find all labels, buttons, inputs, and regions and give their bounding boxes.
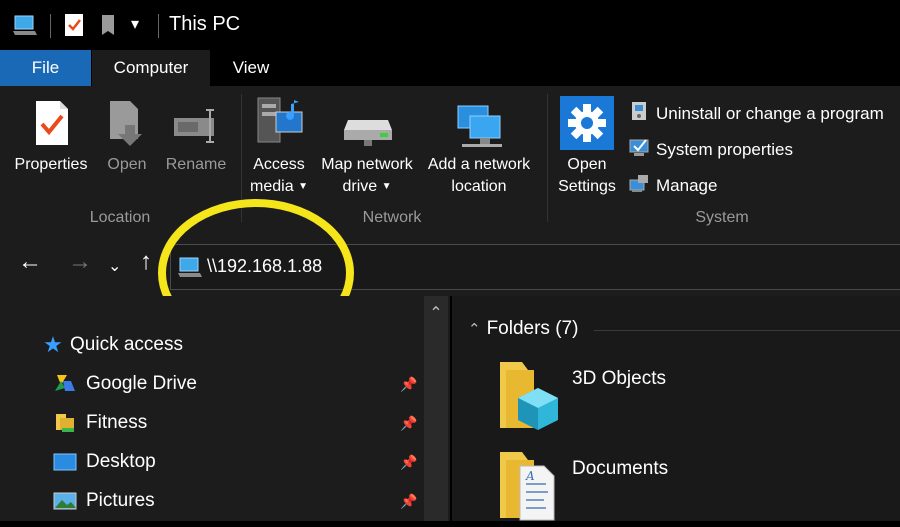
desktop-icon xyxy=(52,451,78,473)
network-drive-icon xyxy=(342,110,394,151)
add-network-location-label-line2: location xyxy=(451,178,507,195)
rename-button[interactable]: Rename xyxy=(162,98,230,188)
tab-view[interactable]: View xyxy=(212,50,290,86)
open-settings-button[interactable]: Open Settings xyxy=(552,96,622,196)
access-media-label: Access media ▼ xyxy=(246,154,312,198)
access-media-button[interactable]: Access media ▼ xyxy=(246,96,312,196)
map-network-drive-label: Map network drive ▼ xyxy=(314,154,420,198)
uninstall-label: Uninstall or change a program xyxy=(656,103,884,123)
folder-name: 3D Objects xyxy=(572,368,666,389)
nav-item-label: Desktop xyxy=(86,451,156,472)
title-bar: ▾ This PC xyxy=(0,0,900,50)
map-network-drive-label-text: drive xyxy=(342,178,378,196)
svg-text:A: A xyxy=(525,469,535,483)
collapse-chevron-icon[interactable]: ⌃ xyxy=(468,321,481,338)
group-header-divider xyxy=(594,330,900,331)
nav-pane-scrollbar[interactable] xyxy=(424,296,448,521)
3d-objects-folder-icon xyxy=(496,358,560,437)
nav-item-google-drive[interactable]: Google Drive xyxy=(52,373,197,395)
rename-icon xyxy=(172,108,220,149)
ribbon-tabs: File Computer View xyxy=(0,50,900,86)
scroll-up-chevron-icon[interactable]: ⌃ xyxy=(424,300,448,328)
open-settings-label-line1: Open xyxy=(567,156,607,173)
google-drive-icon xyxy=(52,373,78,395)
system-properties-icon xyxy=(628,136,650,163)
computer-icon xyxy=(12,14,38,41)
nav-item-fitness[interactable]: Fitness xyxy=(52,412,147,434)
nav-item-label: Quick access xyxy=(70,334,183,355)
pin-icon[interactable]: 📌 xyxy=(400,415,417,432)
forward-arrow-icon[interactable]: → xyxy=(68,248,92,276)
ribbon: Properties Open Rename Location Access m… xyxy=(0,86,900,234)
system-properties-label: System properties xyxy=(656,139,793,159)
back-arrow-icon[interactable]: ← xyxy=(18,248,42,276)
map-network-drive-button[interactable]: Map network drive ▼ xyxy=(314,96,420,196)
network-location-icon xyxy=(456,104,504,155)
title-separator xyxy=(158,14,159,38)
recent-locations-chevron-icon[interactable]: ⌄ xyxy=(108,256,121,276)
nav-item-label: Google Drive xyxy=(86,373,197,394)
manage-icon xyxy=(628,172,650,199)
system-properties-button[interactable]: System properties xyxy=(628,136,793,163)
nav-item-pictures[interactable]: Pictures xyxy=(52,490,155,512)
open-icon xyxy=(108,100,148,153)
system-group-label: System xyxy=(695,209,749,226)
settings-gear-icon xyxy=(560,96,614,155)
group-separator xyxy=(547,94,548,222)
title-separator xyxy=(50,14,51,38)
pin-icon[interactable]: 📌 xyxy=(400,376,417,393)
add-network-location-button[interactable]: Add a network location xyxy=(420,96,538,196)
dropdown-caret-icon: ▼ xyxy=(298,181,308,192)
dropdown-caret-icon: ▼ xyxy=(381,181,392,192)
properties-button[interactable]: Properties xyxy=(8,98,94,188)
folders-group-header[interactable]: ⌃ Folders (7) xyxy=(468,318,578,340)
window-title: This PC xyxy=(169,13,241,35)
pictures-icon xyxy=(52,490,78,512)
open-label: Open xyxy=(107,156,147,173)
uninstall-program-button[interactable]: Uninstall or change a program xyxy=(628,100,884,127)
pin-icon[interactable]: 📌 xyxy=(400,454,417,471)
folders-group-label: Folders (7) xyxy=(486,318,579,339)
rename-label: Rename xyxy=(165,156,227,173)
properties-icon xyxy=(34,100,70,151)
nav-item-quick-access[interactable]: ★ Quick access xyxy=(42,332,183,357)
access-media-label-line1: Access xyxy=(253,156,305,173)
manage-label: Manage xyxy=(656,175,718,195)
new-folder-quick-icon[interactable] xyxy=(100,14,116,41)
customize-toolbar-chevron-icon[interactable]: ▾ xyxy=(131,14,139,34)
tab-file[interactable]: File xyxy=(0,50,91,86)
folder-name: Documents xyxy=(572,458,669,479)
nav-item-desktop[interactable]: Desktop xyxy=(52,451,156,473)
folder-icon xyxy=(52,412,78,434)
properties-label: Properties xyxy=(14,156,88,173)
open-button[interactable]: Open xyxy=(102,98,152,188)
pin-icon[interactable]: 📌 xyxy=(400,493,417,510)
access-media-label-line2: media ▼ xyxy=(246,176,312,198)
documents-folder-icon: A xyxy=(496,448,560,527)
tab-computer[interactable]: Computer xyxy=(92,50,210,86)
manage-button[interactable]: Manage xyxy=(628,172,717,199)
open-settings-label-line2: Settings xyxy=(558,178,616,195)
add-network-location-label: Add a network location xyxy=(420,154,538,198)
add-network-location-label-line1: Add a network xyxy=(427,156,531,173)
map-network-drive-label-line1: Map network xyxy=(321,156,413,173)
navigation-pane xyxy=(0,296,450,521)
uninstall-icon xyxy=(628,100,650,127)
up-arrow-icon[interactable]: ↑ xyxy=(140,248,152,276)
access-media-label-text: media xyxy=(250,178,294,196)
nav-item-label: Fitness xyxy=(86,412,148,433)
star-icon: ★ xyxy=(43,332,63,357)
media-server-icon xyxy=(254,96,306,151)
map-network-drive-label-line2: drive ▼ xyxy=(314,176,420,198)
open-settings-label: Open Settings xyxy=(552,154,622,198)
nav-item-label: Pictures xyxy=(86,490,155,511)
properties-quick-icon[interactable] xyxy=(64,13,84,42)
